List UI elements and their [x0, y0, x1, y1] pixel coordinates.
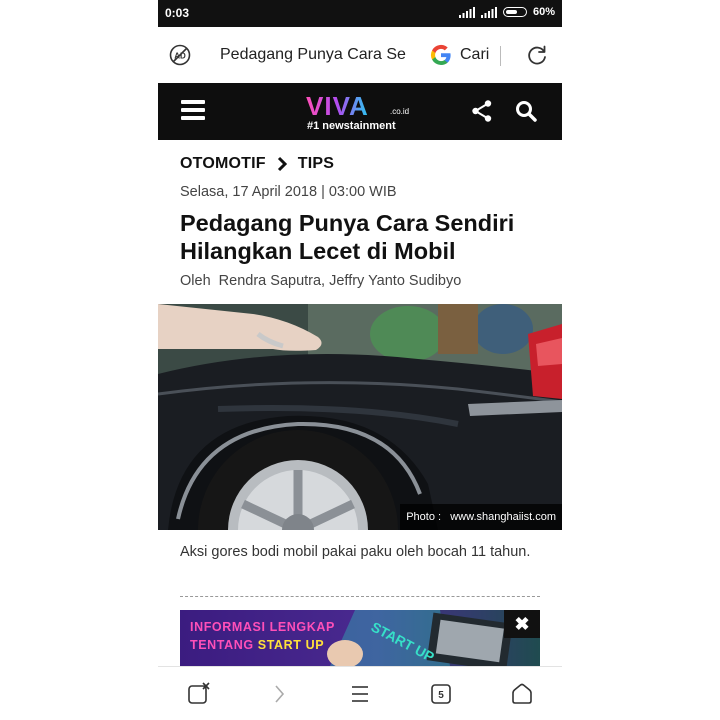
ad-banner[interactable]: START UP INFORMASI LENGKAP TENTANG START… [180, 610, 540, 666]
tabs-count: 5 [438, 690, 444, 701]
browser-bottom-nav: 5 [158, 666, 562, 720]
logo-domain: .co.id [390, 107, 409, 116]
ad-close-button[interactable]: ✖ [504, 610, 540, 638]
phone-screen: 0:03 60% AD Pedagang Punya Cara Se [158, 0, 562, 720]
adblock-icon[interactable]: AD [169, 44, 191, 66]
photo-caption: Aksi gores bodi mobil pakai paku oleh bo… [180, 544, 531, 560]
breadcrumb: OTOMOTIF TIPS [180, 155, 334, 173]
logo-wordmark: VIVA [306, 92, 369, 121]
ad-line-2-prefix: TENTANG [190, 638, 258, 652]
reload-icon[interactable] [525, 43, 549, 67]
url-text[interactable]: Pedagang Punya Cara Se [220, 46, 410, 64]
photo-credit: Photo : www.shanghaiist.com [400, 504, 562, 530]
battery-level: 60% [532, 6, 555, 18]
status-bar: 0:03 60% [158, 0, 562, 27]
search-icon[interactable] [515, 100, 537, 122]
divider [500, 46, 501, 66]
battery-icon [502, 7, 527, 17]
ad-line-2-highlight: START UP [257, 638, 325, 652]
tabs-icon[interactable]: 5 [428, 681, 454, 707]
chevron-right-icon [277, 156, 287, 172]
status-time: 0:03 [165, 6, 190, 20]
search-label[interactable]: Cari [460, 46, 489, 64]
site-header: VIVA .co.id #1 newstainment [158, 83, 562, 140]
ad-line-2: TENTANG START UP [190, 638, 324, 652]
logo-tagline: #1 newstainment [307, 120, 396, 132]
forward-icon[interactable] [266, 681, 292, 707]
google-icon[interactable] [429, 43, 453, 67]
home-icon[interactable] [509, 681, 535, 707]
status-icons: 60% [458, 6, 555, 18]
article-photo[interactable]: Photo : www.shanghaiist.com [158, 304, 562, 530]
article-date: Selasa, 17 April 2018 | 03:00 WIB [180, 184, 397, 200]
viva-logo[interactable]: VIVA .co.id #1 newstainment [306, 92, 418, 134]
menu-lines-icon[interactable] [347, 681, 373, 707]
share-icon[interactable] [471, 99, 493, 123]
browser-url-bar: AD Pedagang Punya Cara Se Cari [158, 27, 562, 83]
dashed-divider [180, 596, 540, 597]
signal-icon [458, 6, 475, 18]
signal-icon [480, 6, 497, 18]
ad-line-1: INFORMASI LENGKAP [190, 620, 335, 634]
breadcrumb-tips[interactable]: TIPS [298, 155, 334, 173]
breadcrumb-otomotif[interactable]: OTOMOTIF [180, 155, 266, 173]
close-tab-icon[interactable] [186, 681, 212, 707]
article-headline: Pedagang Punya Cara Sendiri Hilangkan Le… [180, 210, 515, 264]
article-author: Oleh Rendra Saputra, Jeffry Yanto Sudiby… [180, 273, 462, 289]
menu-icon[interactable] [181, 100, 205, 120]
